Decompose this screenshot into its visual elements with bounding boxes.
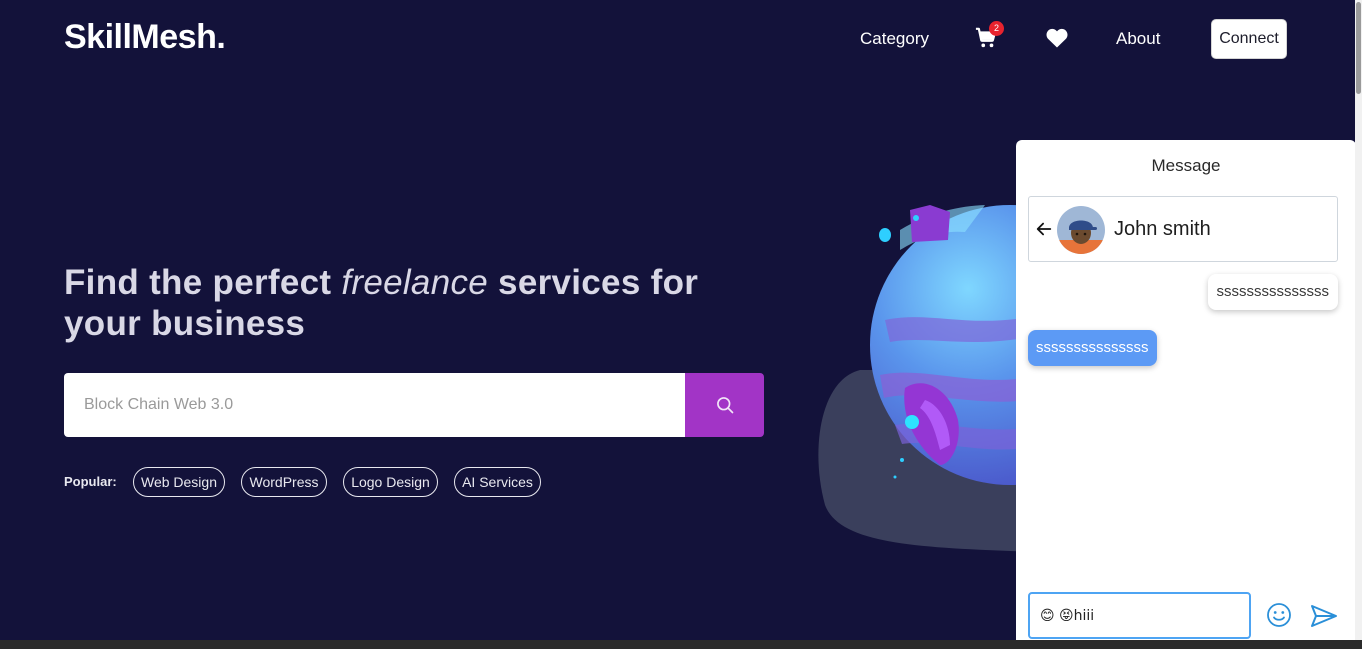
incoming-message: sssssssssssssss	[1028, 330, 1157, 366]
search-button[interactable]	[685, 373, 764, 437]
chat-panel: Message John smith sssssssssssssss sssss…	[1016, 140, 1356, 640]
contact-avatar[interactable]	[1057, 206, 1105, 254]
search-input[interactable]	[64, 373, 685, 437]
chat-contact-header: John smith	[1028, 196, 1338, 262]
taskbar-strip	[0, 640, 1362, 649]
back-arrow-icon[interactable]	[1035, 220, 1053, 238]
outgoing-message: sssssssssssssss	[1207, 274, 1338, 310]
connect-button[interactable]: Connect	[1211, 19, 1287, 59]
site-logo[interactable]: SkillMesh.	[64, 18, 226, 57]
chat-title: Message	[1151, 156, 1221, 175]
cart-count-badge: 2	[989, 21, 1004, 36]
nav-about[interactable]: About	[1116, 29, 1160, 49]
hero-title-start: Find the perfect	[64, 263, 342, 302]
send-icon[interactable]	[1310, 603, 1338, 629]
search-box	[64, 373, 685, 437]
hero-title: Find the perfect freelance services for …	[64, 262, 784, 344]
contact-name: John smith	[1114, 218, 1211, 240]
popular-tag-wordpress[interactable]: WordPress	[241, 467, 327, 497]
page-scrollbar-thumb[interactable]	[1356, 2, 1361, 94]
wishlist-button[interactable]	[1046, 28, 1068, 48]
nav-category[interactable]: Category	[860, 29, 929, 49]
user-avatar-icon	[1057, 206, 1105, 254]
search-icon	[716, 397, 733, 414]
hero-title-emphasis: freelance	[341, 263, 489, 302]
message-composer	[1028, 592, 1251, 639]
message-input[interactable]	[1030, 594, 1249, 637]
popular-label: Popular:	[64, 474, 117, 489]
heart-icon	[1046, 28, 1068, 48]
popular-tag-logo-design[interactable]: Logo Design	[343, 467, 438, 497]
emoji-icon[interactable]	[1266, 602, 1292, 628]
cart-button[interactable]: 2	[975, 21, 1004, 51]
planet-illustration	[818, 205, 1040, 552]
popular-tag-ai-services[interactable]: AI Services	[454, 467, 541, 497]
page-scrollbar-track[interactable]	[1355, 0, 1362, 640]
popular-tag-web-design[interactable]: Web Design	[133, 467, 225, 497]
